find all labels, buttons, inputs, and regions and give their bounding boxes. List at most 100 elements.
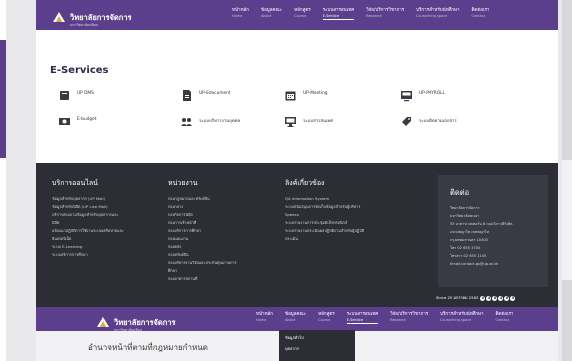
online-services-title: บริการออนไลน์: [52, 179, 98, 187]
dropdown-item[interactable]: ข้อมูลทั่วไป: [279, 330, 355, 341]
online-service-link[interactable]: ข้อมูลสำหรับนิสิต (UP Live Mail): [52, 203, 162, 211]
related-link[interactable]: QA Information System: [285, 195, 425, 203]
nav-label: วิจัย/บริการวิชาการ: [390, 312, 429, 317]
nav-sublabel: Course: [318, 317, 331, 322]
unit-link[interactable]: กองอาคารสถานที่: [168, 275, 288, 283]
nav-sublabel: E-Service: [322, 14, 355, 20]
nav-item-contact[interactable]: ติดต่อเรา Contact: [466, 8, 496, 20]
unit-link[interactable]: กองกฎหมายและทรัพย์สิน: [168, 195, 288, 203]
since-label: Since 25 มกราคม 2563: [436, 295, 479, 300]
contact-details: วิทยาลัยการจัดการ มหาวิทยาลัยพะเยา 55 อาคา…: [450, 204, 512, 268]
counter-digit: 9: [510, 295, 516, 301]
eservice-item-7[interactable]: ระบบสารสนเทศ: [284, 115, 333, 128]
unit-link[interactable]: กองบริการการศึกษา: [168, 227, 288, 235]
online-service-link[interactable]: อินเทอร์เน็ต: [52, 235, 162, 243]
nav-item-co-working-space[interactable]: บริการสำหรับนักศึกษา Co-working space: [434, 312, 489, 324]
nav-item-home[interactable]: หน้าหลัก Home: [250, 312, 279, 324]
eservice-label: UP DMS: [77, 91, 94, 96]
sticky-header: วิทยาลัยการจัดการ มหาวิทยาลัยมหิดล หน้าห…: [36, 307, 558, 333]
counter-digit: 6: [504, 295, 510, 301]
online-services-list: ข้อมูลสำหรับบุคลากร (UP Mail) ข้อมูลสำหรั…: [52, 195, 162, 259]
nav-sublabel: Co-working space: [416, 13, 448, 18]
unit-link[interactable]: กองแผนงาน: [168, 235, 288, 243]
nav-label: วิจัย/บริการวิชาการ: [366, 8, 405, 13]
unit-link[interactable]: กองกลาง: [168, 203, 288, 211]
counter-digit: 4: [486, 295, 492, 301]
logo-subtitle: มหาวิทยาลัยมหิดล: [70, 23, 99, 27]
related-link[interactable]: ประเมิน: [285, 235, 425, 243]
users-icon: [180, 115, 193, 128]
online-service-link[interactable]: บริการสอบถามข้อมูลสำหรับบุคลากรและ: [52, 211, 162, 219]
left-accent-bar: [0, 40, 6, 158]
eservice-e-budget[interactable]: E-budget: [58, 115, 97, 128]
online-service-link[interactable]: ระบบบริการการศึกษา: [52, 251, 162, 259]
eservice-label: UP-Meeting: [303, 91, 328, 96]
related-links-title: ลิงค์เกี่ยวข้อง: [285, 179, 325, 187]
eservice-label: E-budget: [77, 117, 97, 122]
logo-text: วิทยาลัยการจัดการ มหาวิทยาลัยมหิดล: [70, 7, 132, 28]
nav-sublabel: Research: [366, 13, 383, 18]
dropdown-item[interactable]: บุคลากร: [279, 341, 355, 352]
nav-item-research[interactable]: วิจัย/บริการวิชาการ Research: [384, 312, 434, 324]
counter-digit: 8: [492, 295, 498, 301]
eservices-title: E-Services: [50, 65, 109, 76]
eservice-label: ระบบสารสนเทศ: [303, 119, 334, 124]
nav-item-contact[interactable]: ติดต่อเรา Contact: [490, 312, 520, 324]
nav-item-co-working-space[interactable]: บริการสำหรับนักศึกษา Co-working space: [410, 8, 465, 20]
logo-name: วิทยาลัยการจัดการ: [114, 318, 176, 327]
book-icon: [58, 89, 71, 102]
scrollbar-track[interactable]: [562, 160, 572, 280]
desktop-icon: [284, 115, 297, 128]
nav-item-e-service[interactable]: ระบบสารสนเทศ E-Service: [317, 8, 360, 20]
contact-line: Email:contact.gs@up.ac.th: [450, 262, 499, 266]
nav-item-course[interactable]: หลักสูตร Course: [312, 312, 341, 324]
tag-icon: [400, 115, 413, 128]
subpage-title: อำนาจหน้าที่ตามที่กฎหมายกำหนด: [88, 343, 208, 352]
nav-label: ระบบสารสนเทศ: [322, 8, 355, 13]
nav-label: ติดต่อเรา: [471, 8, 490, 13]
unit-link[interactable]: กองบริหารงานวิจัยและประกันคุณภาพการ: [168, 259, 288, 267]
contact-line: โทรสาร 02 655 1145: [450, 254, 487, 258]
units-title: หน่วยงาน: [168, 179, 198, 187]
online-service-link[interactable]: แจ้งแนวปฏิบัติการใช้งานระบบเครือข่ายและ: [52, 227, 162, 235]
nav-item-course[interactable]: หลักสูตร Course: [288, 8, 317, 20]
contact-box: ติดต่อ วิทยาลัยการจัดการ มหาวิทยาลัยพะเยา…: [438, 175, 548, 287]
counter-digit: 0: [480, 295, 486, 301]
nav-item-e-service[interactable]: ระบบสารสนเทศ E-Service: [341, 312, 384, 324]
nav-item-home[interactable]: หน้าหลัก Home: [226, 8, 255, 20]
nav-sublabel: Course: [294, 13, 307, 18]
nav-sublabel: Research: [390, 317, 407, 322]
sticky-nav: หน้าหลัก Home ข้อมูลคณะ About หลักสูตร Course…: [250, 312, 519, 324]
unit-link[interactable]: กองการเจ้าหน้าที่: [168, 219, 288, 227]
logo-name: วิทยาลัยการจัดการ: [70, 13, 132, 22]
eservice-item-8[interactable]: ระบบติดตามเอกสาร: [400, 115, 457, 128]
nav-sublabel: Contact: [495, 317, 510, 322]
online-service-link[interactable]: ข้อมูลสำหรับบุคลากร (UP Mail): [52, 195, 162, 203]
nav-item-about[interactable]: ข้อมูลคณะ About: [279, 312, 312, 324]
related-link[interactable]: Speexx: [285, 211, 425, 219]
eservice-up-edocument[interactable]: UP-Edocument: [180, 89, 231, 102]
nav-label: บริการสำหรับนักศึกษา: [416, 8, 460, 13]
online-service-link[interactable]: นิสิต: [52, 219, 162, 227]
related-links-list: QA Information System ระบบสนับสนุนการจัดเ…: [285, 195, 425, 243]
eservice-up-dms[interactable]: UP DMS: [58, 89, 94, 102]
eservice-item-6[interactable]: ระบบบริหารงานบุคคล: [180, 115, 240, 128]
related-link[interactable]: ระบบสนับสนุนการจัดเก็บข้อมูลสำหรับผู้บริ…: [285, 203, 425, 211]
eservice-up-meeting[interactable]: UP-Meeting: [284, 89, 328, 102]
related-link[interactable]: ระบบรายงานประเมินผลปฏิบัติงานสำหรับผู้ปฏ…: [285, 227, 425, 235]
sticky-site-logo[interactable]: วิทยาลัยการจัดการ มหาวิทยาลัยมหิดล: [96, 312, 176, 333]
nav-item-about[interactable]: ข้อมูลคณะ About: [255, 8, 288, 20]
nav-label: ข้อมูลคณะ: [261, 8, 283, 13]
online-service-link[interactable]: ระบบ E-Learning: [52, 243, 162, 251]
site-logo[interactable]: วิทยาลัยการจัดการ มหาวิทยาลัยมหิดล: [52, 7, 132, 28]
counter-digit: 4: [498, 295, 504, 301]
related-link[interactable]: ระบบรายงานการประชุมอิเล็กทรอนิกส์: [285, 219, 425, 227]
unit-link[interactable]: กองกิจการนิสิต: [168, 211, 288, 219]
unit-link[interactable]: ศึกษา: [168, 267, 288, 275]
eservice-up-payroll[interactable]: UP-PAYROLL: [400, 89, 445, 102]
nav-item-research[interactable]: วิจัย/บริการวิชาการ Research: [360, 8, 410, 20]
document-icon: [180, 89, 193, 102]
eservice-label: ระบบบริหารงานบุคคล: [199, 119, 241, 124]
unit-link[interactable]: กองคลัง: [168, 243, 288, 251]
unit-link[interactable]: กองทรัพย์สิน: [168, 251, 288, 259]
